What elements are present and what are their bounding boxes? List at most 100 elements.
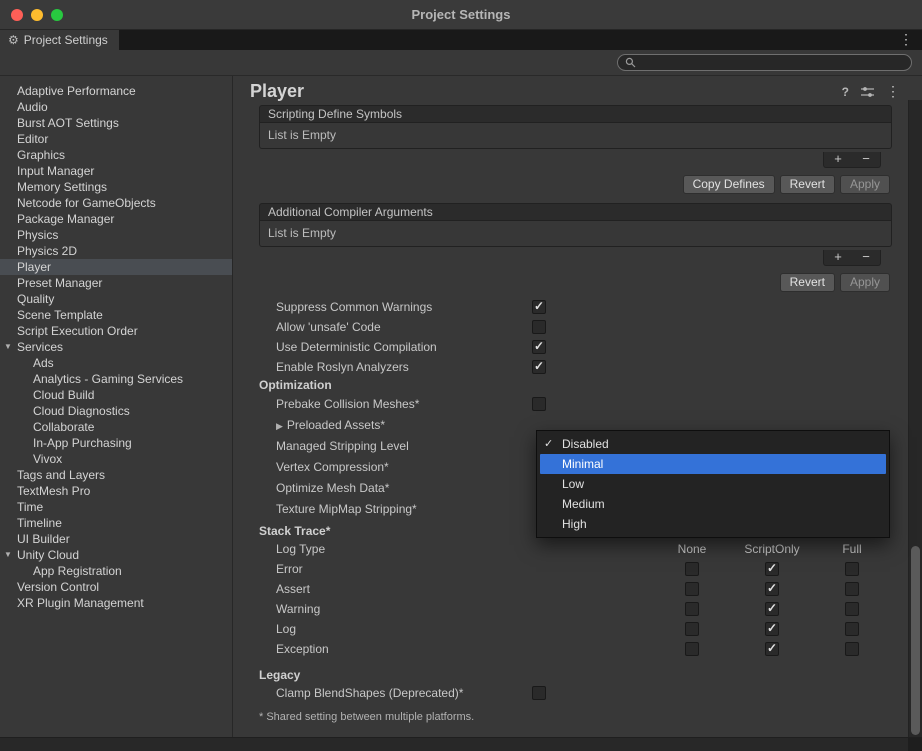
help-icon[interactable]: ? [842,85,849,99]
checkbox[interactable]: ✓ [532,300,546,314]
close-window-button[interactable] [11,9,23,21]
checkbox[interactable] [685,562,699,576]
copy-defines-button[interactable]: Copy Defines [683,175,775,194]
sidebar-item-label: Scene Template [17,308,103,322]
checkbox[interactable] [845,602,859,616]
checkbox[interactable] [845,622,859,636]
sidebar-item-editor[interactable]: Editor [0,131,232,147]
search-input[interactable] [640,56,904,69]
sidebar-item-preset-manager[interactable]: Preset Manager [0,275,232,291]
horizontal-scrollbar[interactable] [0,737,922,751]
checkbox[interactable] [845,582,859,596]
sidebar-item-version-control[interactable]: Version Control [0,579,232,595]
checkbox[interactable] [532,397,546,411]
sidebar-item-label: TextMesh Pro [17,484,90,498]
sidebar-item-unity-cloud[interactable]: ▼Unity Cloud [0,547,232,563]
apply-button[interactable]: Apply [840,175,890,194]
foldout-open-icon[interactable]: ▼ [4,547,12,563]
sidebar-item-xr-plugin-management[interactable]: XR Plugin Management [0,595,232,611]
sidebar-item-vivox[interactable]: Vivox [0,451,232,467]
checkbox[interactable] [685,602,699,616]
revert-button[interactable]: Revert [780,175,835,194]
sidebar-item-label: Script Execution Order [17,324,138,338]
sidebar-item-package-manager[interactable]: Package Manager [0,211,232,227]
setting-row-allow-unsafe-code: Allow 'unsafe' Code [259,317,892,337]
tab-menu-icon[interactable]: ⋮ [899,31,913,48]
foldout-closed-icon[interactable]: ▶ [276,421,283,431]
dropdown-option-label: High [562,517,587,531]
foldout-open-icon[interactable]: ▼ [4,339,12,355]
sidebar-item-graphics[interactable]: Graphics [0,147,232,163]
sidebar-item-ui-builder[interactable]: UI Builder [0,531,232,547]
sidebar-item-input-manager[interactable]: Input Manager [0,163,232,179]
search-field[interactable] [617,54,912,71]
vertical-scrollbar[interactable] [908,100,922,737]
list-footer: + − [259,250,892,266]
apply-button[interactable]: Apply [840,273,890,292]
sidebar-item-app-registration[interactable]: App Registration [0,563,232,579]
checkbox[interactable]: ✓ [765,602,779,616]
add-item-button[interactable]: + [824,152,852,167]
revert-button[interactable]: Revert [780,273,835,292]
sidebar-item-tags-and-layers[interactable]: Tags and Layers [0,467,232,483]
dropdown-option-disabled[interactable]: ✓Disabled [540,434,886,454]
sidebar-item-time[interactable]: Time [0,499,232,515]
dropdown-option-low[interactable]: Low [540,474,886,494]
checkbox[interactable]: ✓ [532,360,546,374]
dropdown-option-minimal[interactable]: Minimal [540,454,886,474]
sidebar-item-physics[interactable]: Physics [0,227,232,243]
panel-menu-icon[interactable]: ⋮ [886,83,900,100]
stack-trace-cell [812,642,892,656]
sidebar-item-burst-aot-settings[interactable]: Burst AOT Settings [0,115,232,131]
sidebar-item-scene-template[interactable]: Scene Template [0,307,232,323]
sidebar-item-audio[interactable]: Audio [0,99,232,115]
checkbox[interactable]: ✓ [765,622,779,636]
checkbox[interactable] [845,642,859,656]
checkbox[interactable] [685,622,699,636]
dropdown-option-medium[interactable]: Medium [540,494,886,514]
scrollbar-thumb[interactable] [911,546,920,735]
checkbox[interactable] [532,686,546,700]
sidebar-item-services[interactable]: ▼Services [0,339,232,355]
sidebar-item-quality[interactable]: Quality [0,291,232,307]
sidebar-item-in-app-purchasing[interactable]: In-App Purchasing [0,435,232,451]
sidebar-item-adaptive-performance[interactable]: Adaptive Performance [0,83,232,99]
sidebar-item-cloud-diagnostics[interactable]: Cloud Diagnostics [0,403,232,419]
sidebar-item-physics-2d[interactable]: Physics 2D [0,243,232,259]
list-header[interactable]: Additional Compiler Arguments [259,203,892,221]
sidebar-item-label: Adaptive Performance [17,84,136,98]
tab-project-settings[interactable]: ⚙ Project Settings [0,30,119,50]
checkbox[interactable] [685,582,699,596]
sidebar-item-player[interactable]: Player [0,259,232,275]
checkbox[interactable]: ✓ [532,340,546,354]
zoom-window-button[interactable] [51,9,63,21]
checkbox[interactable]: ✓ [765,642,779,656]
remove-item-button[interactable]: − [852,152,880,167]
sidebar-item-analytics-gaming-services[interactable]: Analytics - Gaming Services [0,371,232,387]
sidebar-item-ads[interactable]: Ads [0,355,232,371]
column-header-scriptonly: ScriptOnly [732,542,812,556]
list-header[interactable]: Scripting Define Symbols [259,105,892,123]
sidebar-item-script-execution-order[interactable]: Script Execution Order [0,323,232,339]
setting-label: Use Deterministic Compilation [276,340,532,354]
sidebar-item-cloud-build[interactable]: Cloud Build [0,387,232,403]
checkbox[interactable] [532,320,546,334]
stack-trace-cell [652,622,732,636]
checkbox[interactable]: ✓ [765,582,779,596]
list-footer: + − [259,152,892,168]
add-item-button[interactable]: + [824,250,852,265]
setting-label: Prebake Collision Meshes* [276,397,419,411]
checkbox[interactable] [845,562,859,576]
dropdown-option-high[interactable]: High [540,514,886,534]
checkbox[interactable] [685,642,699,656]
checkbox[interactable]: ✓ [765,562,779,576]
preset-icon[interactable] [861,86,874,98]
sidebar-item-collaborate[interactable]: Collaborate [0,419,232,435]
sidebar-item-textmesh-pro[interactable]: TextMesh Pro [0,483,232,499]
minimize-window-button[interactable] [31,9,43,21]
sidebar-item-timeline[interactable]: Timeline [0,515,232,531]
list-empty-text: List is Empty [259,221,892,247]
remove-item-button[interactable]: − [852,250,880,265]
sidebar-item-netcode-for-gameobjects[interactable]: Netcode for GameObjects [0,195,232,211]
sidebar-item-memory-settings[interactable]: Memory Settings [0,179,232,195]
